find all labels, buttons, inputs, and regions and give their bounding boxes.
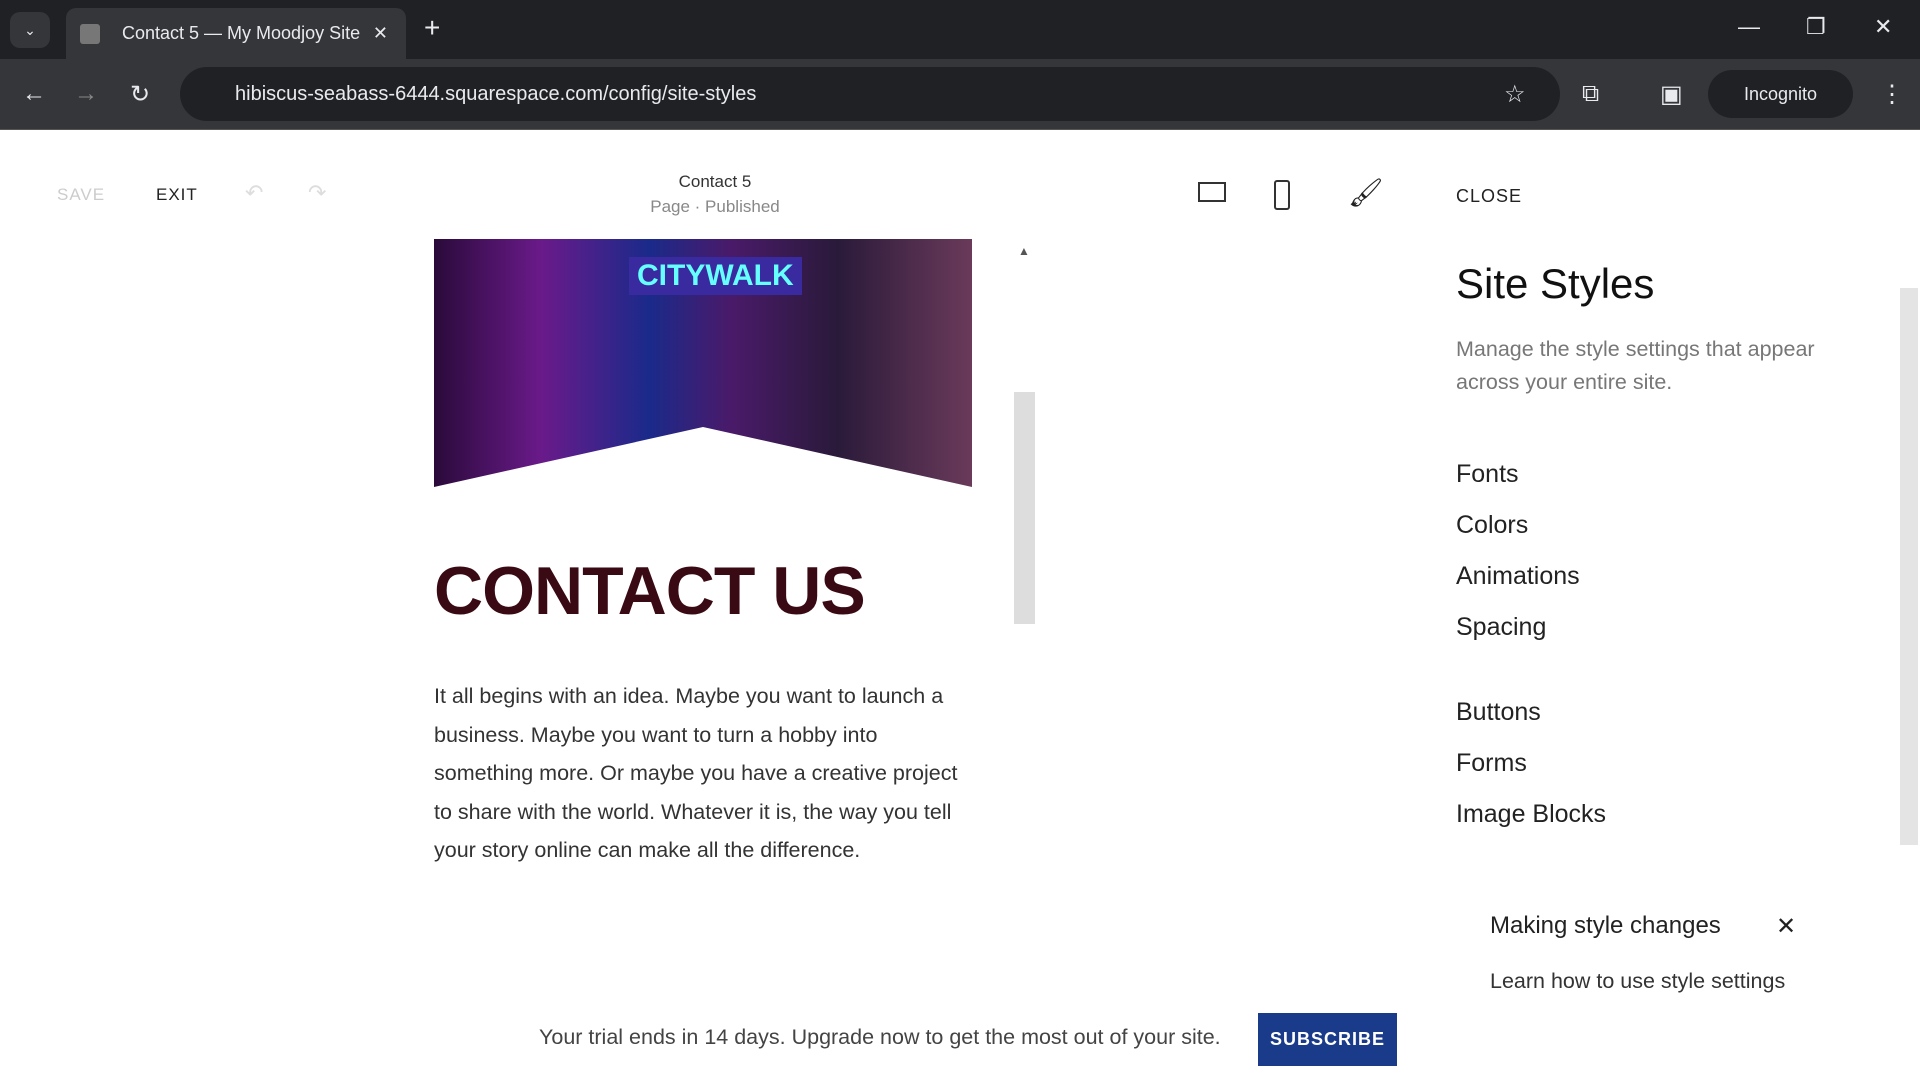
menu-item-spacing[interactable]: Spacing [1456,613,1546,642]
close-panel-button[interactable]: CLOSE [1456,186,1522,207]
menu-item-image-blocks[interactable]: Image Blocks [1456,800,1606,829]
preview-scrollbar[interactable] [1014,392,1035,624]
undo-icon[interactable]: ↶ [245,180,264,206]
page-title: Contact 5 [678,172,752,191]
close-window-button[interactable]: ✕ [1874,14,1892,40]
trial-banner-text: Your trial ends in 14 days. Upgrade now … [539,1025,1221,1049]
close-tab-icon[interactable]: ✕ [373,23,388,44]
hero-sign: CITYWALK [629,257,802,295]
panel-title: Site Styles [1456,260,1655,307]
close-tip-icon[interactable]: ✕ [1776,912,1796,941]
menu-icon[interactable]: ⋮ [1880,80,1904,109]
favicon-icon [80,23,100,44]
extensions-icon[interactable]: ⧉ [1582,80,1599,108]
page-status: Page · Published [650,197,780,216]
paintbrush-icon[interactable]: 🖌 [1348,176,1384,209]
menu-item-animations[interactable]: Animations [1456,562,1580,591]
forward-button[interactable]: → [74,80,98,108]
url-text: hibiscus-seabass-6444.squarespace.com/co… [235,82,757,105]
redo-icon[interactable]: ↷ [308,180,327,206]
tip-title: Making style changes [1490,912,1721,939]
incognito-label: Incognito [1743,83,1818,104]
tab-title: Contact 5 — My Moodjoy Site [122,23,361,43]
url-input[interactable]: hibiscus-seabass-6444.squarespace.com/co… [180,67,1560,121]
save-button[interactable]: SAVE [57,185,105,205]
menu-item-fonts[interactable]: Fonts [1456,460,1519,489]
panel-description: Manage the style settings that appear ac… [1456,337,1815,394]
restore-button[interactable]: ❐ [1806,14,1826,40]
back-button[interactable]: ← [22,80,46,108]
menu-item-colors[interactable]: Colors [1456,511,1528,540]
exit-button[interactable]: EXIT [156,185,198,205]
hero-image: CITYWALK [434,239,972,487]
tab-search-button[interactable]: ⌄ [10,12,50,48]
incognito-badge[interactable]: Incognito [1708,70,1853,118]
mobile-view-icon[interactable] [1274,180,1290,210]
tip-link[interactable]: Learn how to use style settings [1490,969,1785,994]
browser-tab[interactable]: Contact 5 — My Moodjoy Site ✕ [66,8,406,59]
panel-scrollbar[interactable] [1900,288,1918,845]
scroll-up-arrow[interactable]: ▲ [1018,244,1030,258]
menu-item-buttons[interactable]: Buttons [1456,698,1541,727]
desktop-view-icon[interactable] [1198,182,1226,202]
bookmark-star-icon[interactable]: ☆ [1504,80,1526,109]
side-panel-icon[interactable]: ▣ [1660,80,1683,109]
body-text: It all begins with an idea. Maybe you wa… [434,684,958,863]
subscribe-button[interactable]: SUBSCRIBE [1258,1013,1397,1066]
menu-item-forms[interactable]: Forms [1456,749,1527,778]
minimize-button[interactable]: — [1738,14,1760,40]
new-tab-button[interactable]: + [424,12,440,44]
page-heading: CONTACT US [434,553,866,629]
reload-button[interactable]: ↻ [130,80,150,109]
